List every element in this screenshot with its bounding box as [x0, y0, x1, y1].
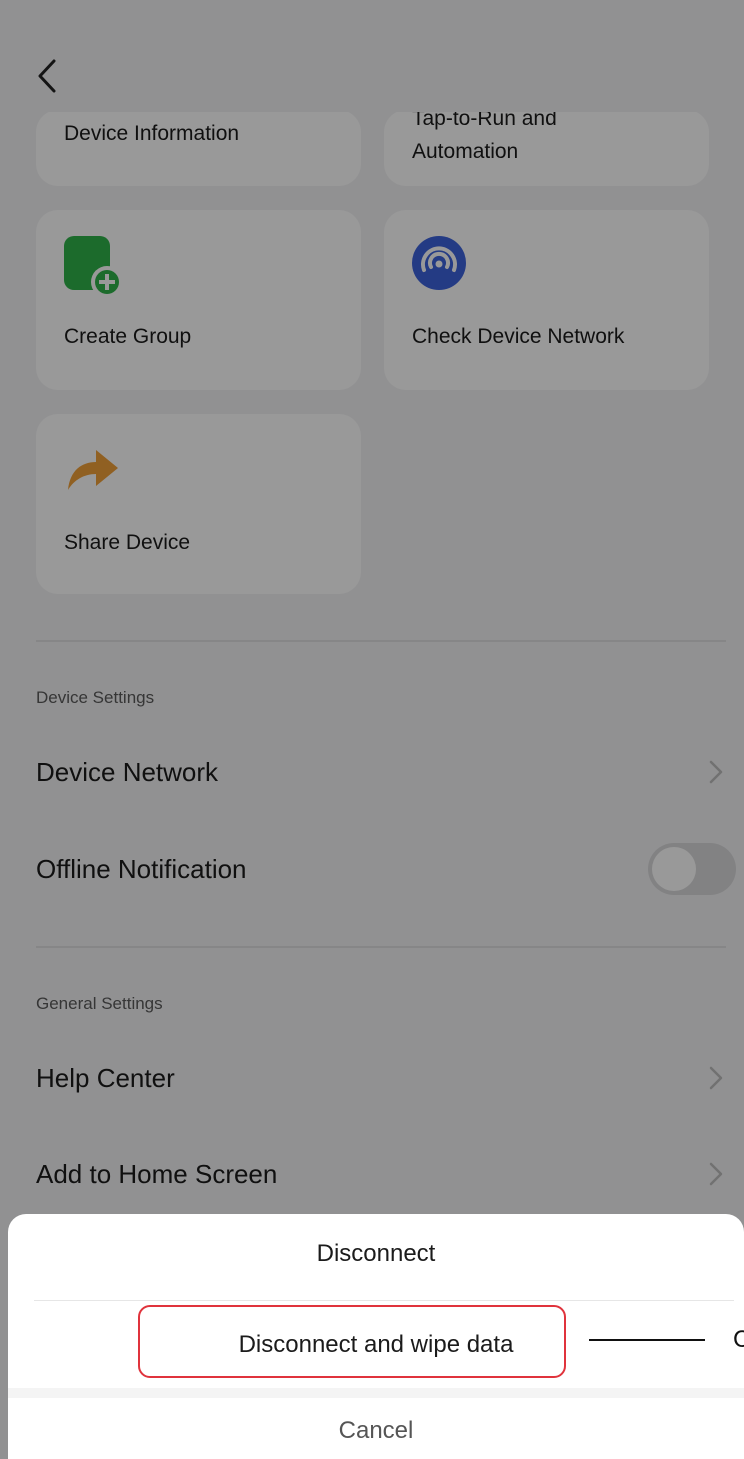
annotation-callout-line — [589, 1339, 705, 1341]
annotation-callout-text: C — [733, 1326, 744, 1353]
disconnect-option[interactable]: Disconnect — [8, 1240, 744, 1268]
sheet-gap — [8, 1388, 744, 1398]
sheet-divider — [34, 1300, 734, 1301]
annotation-highlight-box — [138, 1305, 566, 1378]
cancel-option[interactable]: Cancel — [8, 1417, 744, 1445]
